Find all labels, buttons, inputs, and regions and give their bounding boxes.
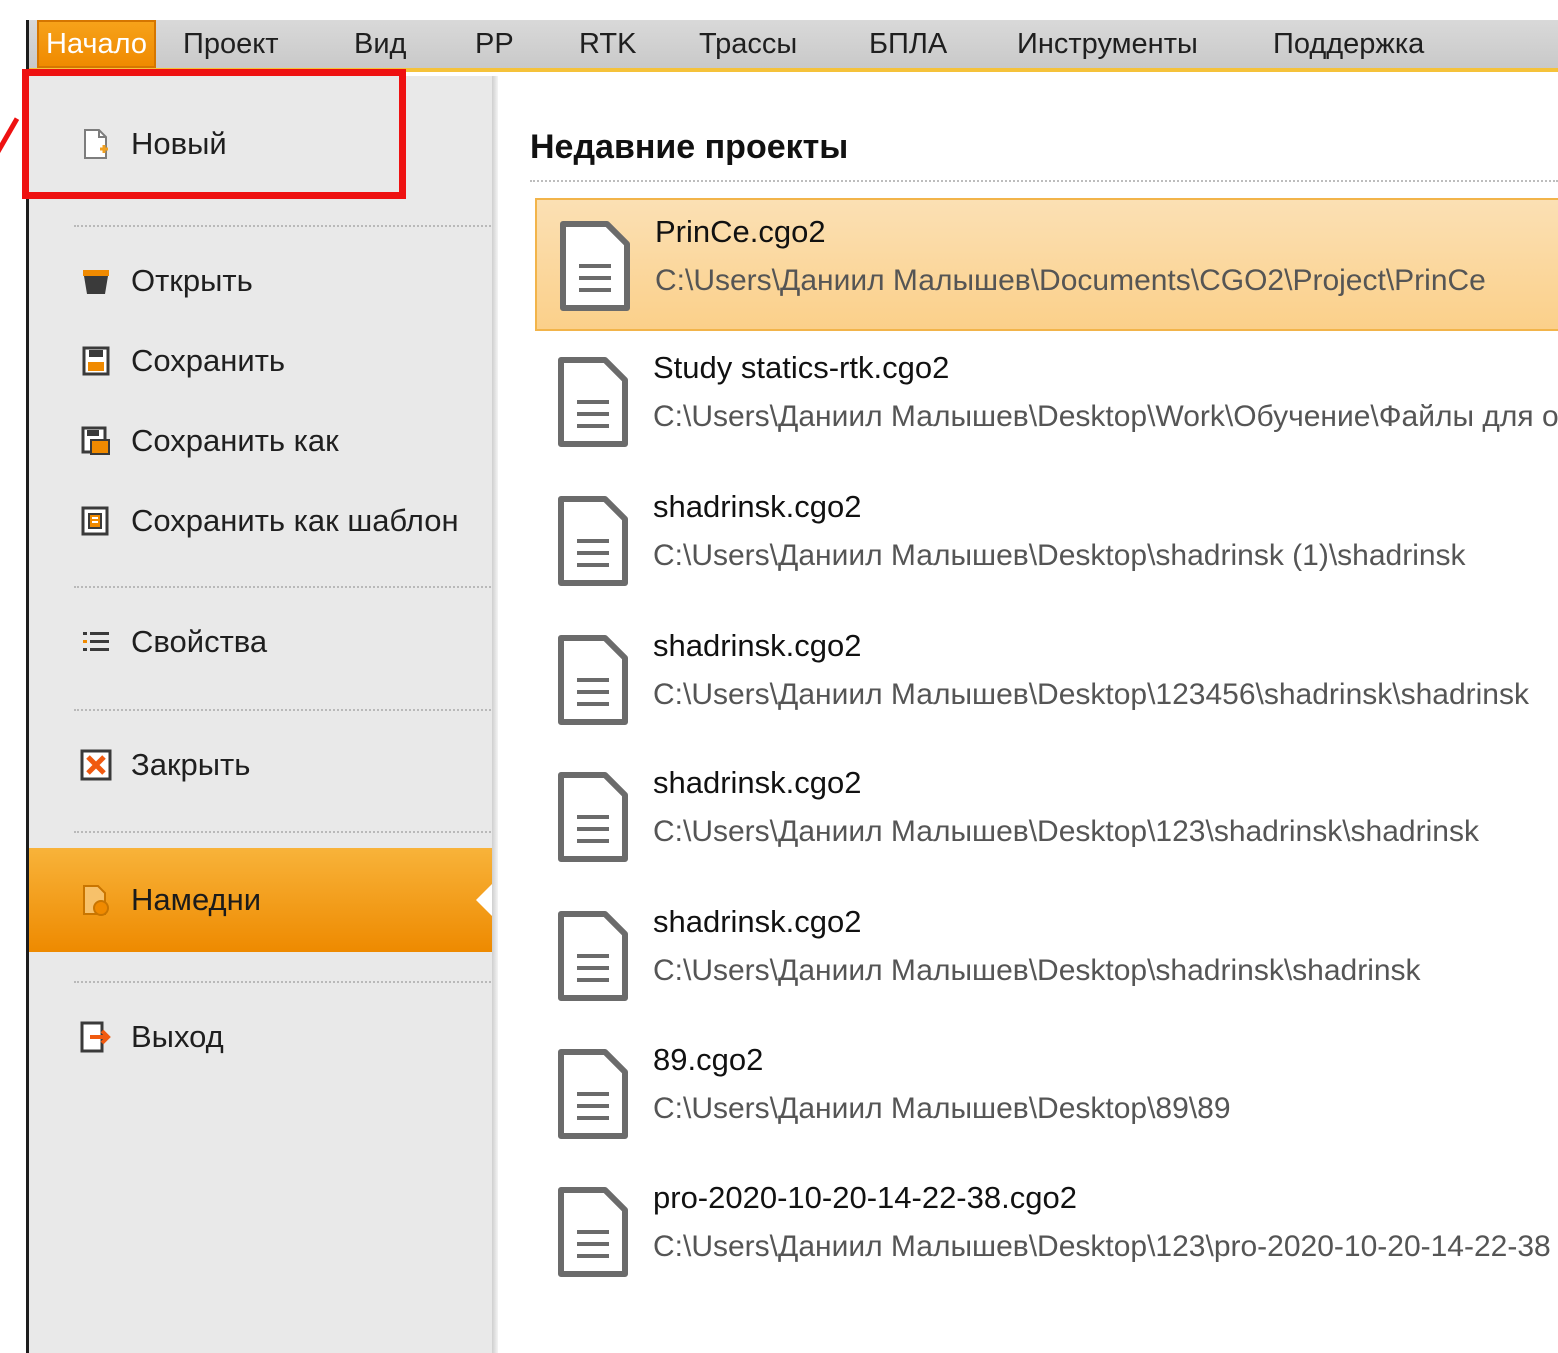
project-file-name: 89.cgo2	[653, 1042, 764, 1077]
backstage-sidebar: Новый Открыть Сохранить Сохранить как Со…	[29, 76, 494, 1353]
recent-icon	[79, 883, 113, 917]
project-file-name: shadrinsk.cgo2	[653, 489, 862, 524]
save-icon	[79, 344, 113, 378]
recent-project-item[interactable]: PrinCe.cgo2 C:\Users\Даниил Малышев\Docu…	[535, 198, 1558, 331]
save-as-icon	[79, 424, 113, 458]
recent-project-item[interactable]: pro-2020-10-20-14-22-38.cgo2 C:\Users\Да…	[535, 1166, 1558, 1299]
project-file-path: C:\Users\Даниил Малышев\Desktop\89\89	[653, 1092, 1231, 1125]
sidebar-item-label: Выход	[131, 1019, 224, 1054]
document-icon	[558, 772, 628, 862]
document-icon	[558, 357, 628, 447]
close-icon	[79, 748, 113, 782]
highlight-annotation-pointer	[0, 117, 20, 160]
sidebar-item-close[interactable]: Закрыть	[29, 734, 492, 796]
sidebar-edge-shadow	[492, 76, 498, 1353]
sidebar-item-save[interactable]: Сохранить	[29, 330, 492, 392]
selection-notch	[476, 884, 492, 916]
sidebar-item-properties[interactable]: Свойства	[29, 611, 492, 673]
sidebar-divider	[74, 709, 494, 711]
title-divider	[530, 180, 1558, 182]
document-icon	[558, 635, 628, 725]
sidebar-item-label: Закрыть	[131, 747, 251, 782]
sidebar-item-exit[interactable]: Выход	[29, 1006, 492, 1068]
highlight-annotation-box	[22, 69, 406, 199]
properties-list-icon	[79, 625, 113, 659]
menu-project[interactable]: Проект	[183, 20, 279, 68]
sidebar-item-recent[interactable]: Намедни	[29, 848, 492, 952]
document-icon	[558, 1187, 628, 1277]
sidebar-item-save-as-template[interactable]: Сохранить как шаблон	[29, 490, 492, 552]
sidebar-divider	[74, 225, 494, 227]
project-file-name: PrinCe.cgo2	[655, 214, 826, 249]
menu-routes[interactable]: Трассы	[699, 20, 797, 68]
menu-support[interactable]: Поддержка	[1273, 20, 1424, 68]
recent-project-item[interactable]: 89.cgo2 C:\Users\Даниил Малышев\Desktop\…	[535, 1028, 1558, 1161]
menu-view[interactable]: Вид	[354, 20, 406, 68]
sidebar-divider	[74, 981, 494, 983]
project-file-path: C:\Users\Даниил Малышев\Desktop\Work\Обу…	[653, 400, 1558, 433]
recent-project-item[interactable]: shadrinsk.cgo2 C:\Users\Даниил Малышев\D…	[535, 614, 1558, 747]
recent-project-item[interactable]: shadrinsk.cgo2 C:\Users\Даниил Малышев\D…	[535, 475, 1558, 608]
project-file-name: Study statics-rtk.cgo2	[653, 350, 950, 385]
recent-project-item[interactable]: shadrinsk.cgo2 C:\Users\Даниил Малышев\D…	[535, 751, 1558, 884]
sidebar-item-open[interactable]: Открыть	[29, 250, 492, 312]
sidebar-item-label: Сохранить	[131, 343, 286, 378]
sidebar-item-save-as[interactable]: Сохранить как	[29, 410, 492, 472]
open-folder-icon	[79, 264, 113, 298]
menu-bar: Начало Проект Вид PP RTK Трассы БПЛА Инс…	[29, 20, 1558, 72]
menu-tools[interactable]: Инструменты	[1017, 20, 1198, 68]
project-file-path: C:\Users\Даниил Малышев\Desktop\shadrins…	[653, 539, 1466, 572]
sidebar-divider	[74, 831, 494, 833]
project-file-name: shadrinsk.cgo2	[653, 628, 862, 663]
top-strip	[0, 0, 1558, 20]
save-template-icon	[79, 504, 113, 538]
sidebar-item-label: Сохранить как	[131, 423, 339, 458]
project-file-path: C:\Users\Даниил Малышев\Desktop\123\pro-…	[653, 1230, 1551, 1263]
sidebar-item-label: Сохранить как шаблон	[131, 503, 459, 538]
project-file-path: C:\Users\Даниил Малышев\Desktop\shadrins…	[653, 954, 1421, 987]
menu-home[interactable]: Начало	[37, 20, 157, 68]
sidebar-divider	[74, 586, 494, 588]
sidebar-item-label: Намедни	[131, 882, 262, 917]
menu-uav[interactable]: БПЛА	[869, 20, 947, 68]
sidebar-item-label: Открыть	[131, 263, 253, 298]
project-file-path: C:\Users\Даниил Малышев\Documents\CGO2\P…	[655, 264, 1486, 297]
recent-project-item[interactable]: shadrinsk.cgo2 C:\Users\Даниил Малышев\D…	[535, 890, 1558, 1023]
exit-icon	[79, 1020, 113, 1054]
document-icon	[558, 911, 628, 1001]
sidebar-item-label: Свойства	[131, 624, 268, 659]
project-file-path: C:\Users\Даниил Малышев\Desktop\123\shad…	[653, 815, 1479, 848]
project-file-name: shadrinsk.cgo2	[653, 765, 862, 800]
document-icon	[558, 1049, 628, 1139]
recent-projects-title: Недавние проекты	[530, 128, 849, 166]
document-icon	[558, 496, 628, 586]
recent-project-item[interactable]: Study statics-rtk.cgo2 C:\Users\Даниил М…	[535, 336, 1558, 469]
project-file-name: pro-2020-10-20-14-22-38.cgo2	[653, 1180, 1077, 1215]
menu-rtk[interactable]: RTK	[579, 20, 636, 68]
project-file-name: shadrinsk.cgo2	[653, 904, 862, 939]
document-icon	[560, 221, 630, 311]
menu-pp[interactable]: PP	[475, 20, 514, 68]
project-file-path: C:\Users\Даниил Малышев\Desktop\123456\s…	[653, 678, 1529, 711]
